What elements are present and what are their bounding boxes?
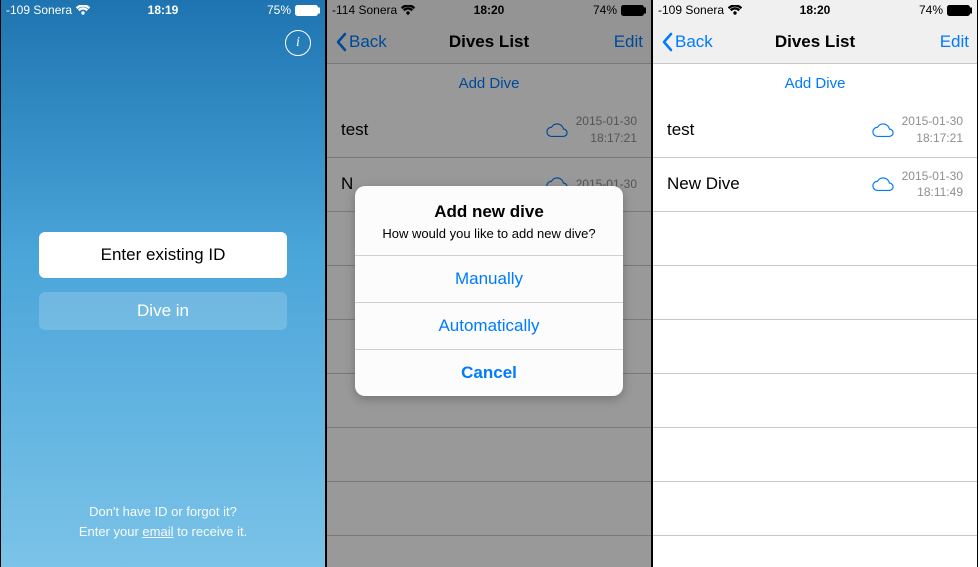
battery-icon bbox=[947, 5, 972, 16]
dives-list-with-modal-screen: -114 Sonera 18:20 74% Back Dives List Ed… bbox=[326, 0, 652, 567]
back-label: Back bbox=[675, 32, 713, 52]
page-title: Dives List bbox=[775, 32, 855, 52]
battery-icon bbox=[295, 5, 320, 16]
dive-title: test bbox=[667, 120, 694, 140]
edit-label: Edit bbox=[940, 32, 969, 52]
wifi-icon bbox=[76, 5, 90, 15]
cloud-icon bbox=[872, 176, 894, 192]
clock-label: 18:20 bbox=[800, 3, 831, 17]
modal-manually-button[interactable]: Manually bbox=[355, 255, 623, 302]
status-bar: -109 Sonera 18:20 74% bbox=[653, 0, 977, 20]
dive-date: 2015-01-30 bbox=[902, 113, 963, 130]
login-footer-text: Don't have ID or forgot it? Enter your e… bbox=[1, 502, 325, 541]
chevron-left-icon bbox=[661, 32, 673, 52]
back-button[interactable]: Back bbox=[661, 32, 713, 52]
footer-line-1: Don't have ID or forgot it? bbox=[31, 502, 295, 522]
dives-list-screen: -109 Sonera 18:20 74% Back Dives List Ed… bbox=[652, 0, 978, 567]
cloud-icon bbox=[872, 122, 894, 138]
email-link[interactable]: email bbox=[142, 524, 173, 539]
info-icon: i bbox=[296, 35, 300, 51]
login-screen: -109 Sonera 18:19 75% i Enter existing I… bbox=[0, 0, 326, 567]
wifi-icon bbox=[728, 5, 742, 15]
modal-title: Add new dive bbox=[369, 202, 609, 222]
dive-in-button[interactable]: Dive in bbox=[39, 292, 287, 330]
dive-time: 18:11:49 bbox=[902, 184, 963, 201]
dive-title: New Dive bbox=[667, 174, 740, 194]
add-dive-button[interactable]: Add Dive bbox=[653, 64, 977, 103]
clock-label: 18:19 bbox=[148, 3, 179, 17]
dive-in-label: Dive in bbox=[137, 301, 189, 320]
modal-cancel-button[interactable]: Cancel bbox=[355, 349, 623, 396]
table-row[interactable]: test 2015-01-30 18:17:21 bbox=[653, 103, 977, 158]
edit-button[interactable]: Edit bbox=[940, 32, 969, 52]
modal-message: How would you like to add new dive? bbox=[369, 226, 609, 241]
modal-automatically-button[interactable]: Automatically bbox=[355, 302, 623, 349]
dive-date: 2015-01-30 bbox=[902, 168, 963, 185]
info-button[interactable]: i bbox=[285, 30, 311, 56]
nav-bar: Back Dives List Edit bbox=[653, 20, 977, 64]
battery-pct-label: 74% bbox=[919, 3, 943, 17]
add-dive-label: Add Dive bbox=[785, 75, 846, 92]
battery-pct-label: 75% bbox=[267, 3, 291, 17]
enter-existing-id-button[interactable]: Enter existing ID bbox=[39, 232, 287, 278]
add-dive-modal: Add new dive How would you like to add n… bbox=[355, 186, 623, 396]
carrier-label: -109 Sonera bbox=[658, 3, 724, 17]
table-row[interactable]: New Dive 2015-01-30 18:11:49 bbox=[653, 158, 977, 213]
carrier-label: -109 Sonera bbox=[6, 3, 72, 17]
enter-existing-id-label: Enter existing ID bbox=[101, 245, 226, 264]
empty-rows bbox=[653, 212, 977, 536]
status-bar: -109 Sonera 18:19 75% bbox=[1, 0, 325, 20]
dive-time: 18:17:21 bbox=[902, 130, 963, 147]
